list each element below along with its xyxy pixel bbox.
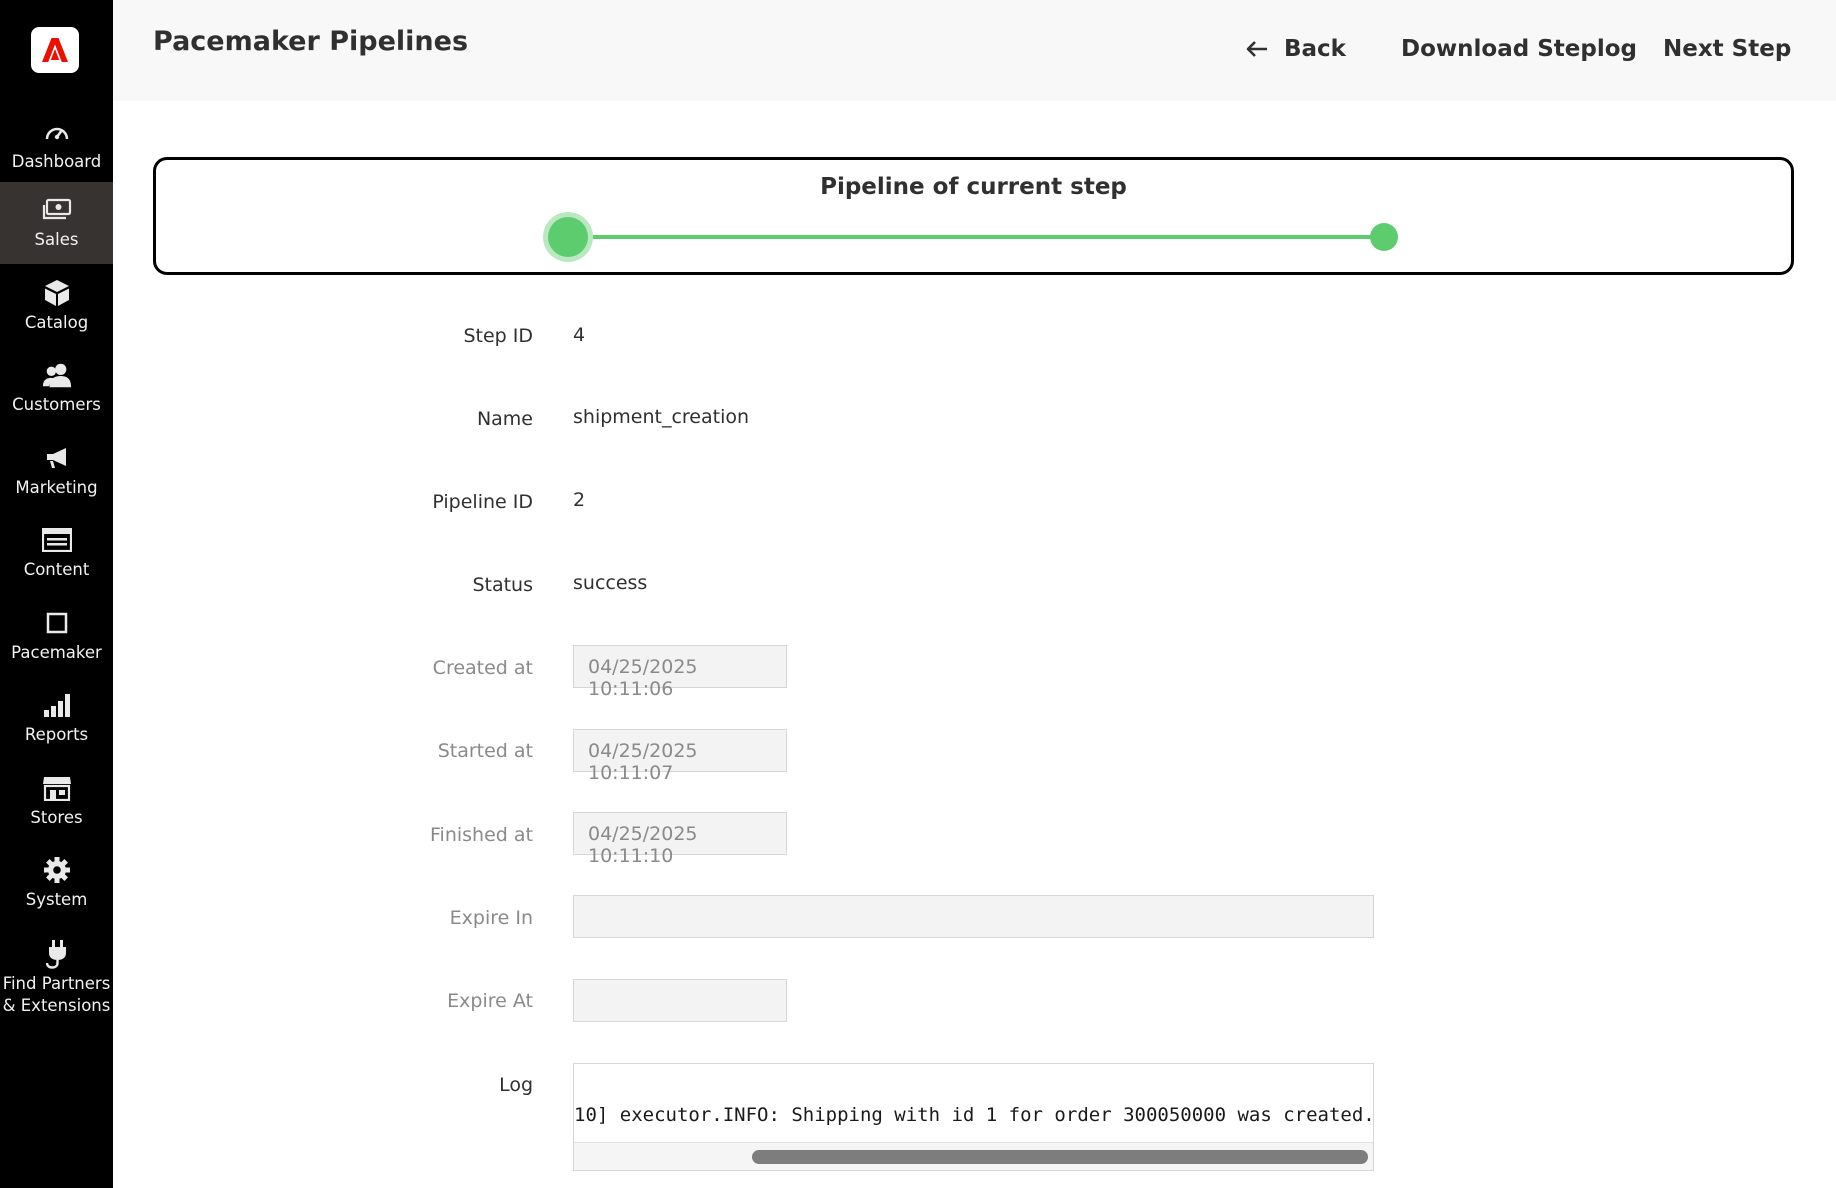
sidebar-item-stores[interactable]: Stores <box>0 760 113 842</box>
created-at-label: Created at <box>432 657 533 679</box>
pipeline-title: Pipeline of current step <box>820 174 1127 200</box>
sidebar-item-label: Reports <box>24 725 89 744</box>
finished-at-label: Finished at <box>430 824 533 846</box>
expire-in-field <box>573 895 1374 938</box>
sidebar-item-reports[interactable]: Reports <box>0 677 113 759</box>
dashboard-gauge-icon <box>42 117 72 147</box>
reports-bars-icon <box>42 690 72 720</box>
sidebar-item-label: Stores <box>30 808 83 827</box>
pipeline-id-value: 2 <box>573 489 586 511</box>
pipeline-progress-panel: Pipeline of current step <box>153 157 1794 275</box>
name-label: Name <box>476 408 533 430</box>
sidebar-item-label: Sales <box>34 230 79 249</box>
sidebar-item-pacemaker[interactable]: Pacemaker <box>0 595 113 677</box>
expire-at-label: Expire At <box>447 990 533 1012</box>
sidebar-item-label: Find Partners & Extensions <box>2 974 111 1015</box>
log-label: Log <box>499 1074 533 1096</box>
content-layout-icon <box>41 525 72 555</box>
started-at-label: Started at <box>437 740 533 762</box>
pipeline-step-current[interactable] <box>548 217 588 257</box>
step-id-value: 4 <box>573 324 586 346</box>
page-title: Pacemaker Pipelines <box>153 26 469 57</box>
sales-money-icon <box>42 195 72 225</box>
download-steplog-button[interactable]: Download Steplog <box>1401 36 1637 62</box>
admin-sidebar: Dashboard Sales Catalog Customers Market… <box>0 0 113 1188</box>
pacemaker-square-icon <box>42 608 72 638</box>
sidebar-item-label: Customers <box>12 395 101 414</box>
pipeline-id-label: Pipeline ID <box>432 491 533 513</box>
sidebar-item-label: Content <box>23 560 90 579</box>
sidebar-item-partners[interactable]: Find Partners & Extensions <box>0 925 113 1031</box>
back-button[interactable]: Back <box>1246 36 1346 62</box>
sidebar-item-customers[interactable]: Customers <box>0 347 113 429</box>
status-value: success <box>573 572 648 594</box>
arrow-left-icon <box>1246 40 1268 58</box>
system-gear-icon <box>42 855 72 885</box>
log-output-box[interactable]: 10] executor.INFO: Shipping with id 1 fo… <box>573 1063 1374 1171</box>
page-header: Pacemaker Pipelines Back Download Steplo… <box>113 0 1836 101</box>
adobe-logo-icon[interactable] <box>31 27 79 73</box>
status-label: Status <box>472 574 533 596</box>
started-at-field: 04/25/2025 10:11:07 <box>573 729 787 784</box>
marketing-megaphone-icon <box>42 443 72 473</box>
partners-plug-icon <box>42 939 72 969</box>
finished-at-field: 04/25/2025 10:11:10 <box>573 812 787 867</box>
created-at-field: 04/25/2025 10:11:06 <box>573 645 787 700</box>
stores-shop-icon <box>42 773 72 803</box>
sidebar-item-dashboard[interactable]: Dashboard <box>0 104 113 186</box>
sidebar-item-content[interactable]: Content <box>0 512 113 594</box>
sidebar-item-marketing[interactable]: Marketing <box>0 430 113 512</box>
name-value: shipment_creation <box>573 406 750 428</box>
pipeline-step[interactable] <box>1370 223 1398 251</box>
customers-people-icon <box>42 360 72 390</box>
step-id-label: Step ID <box>463 325 533 347</box>
log-scrollbar-thumb[interactable] <box>752 1150 1368 1164</box>
sidebar-item-label: Dashboard <box>11 152 102 171</box>
log-text: 10] executor.INFO: Shipping with id 1 fo… <box>574 1104 1374 1126</box>
log-horizontal-scrollbar[interactable] <box>574 1142 1373 1170</box>
sidebar-item-label: Marketing <box>15 478 98 497</box>
catalog-box-icon <box>42 278 72 308</box>
back-button-label: Back <box>1284 36 1346 62</box>
pipeline-connector-line <box>568 235 1383 239</box>
sidebar-item-catalog[interactable]: Catalog <box>0 265 113 347</box>
sidebar-item-system[interactable]: System <box>0 842 113 924</box>
expire-in-label: Expire In <box>449 907 533 929</box>
next-step-button[interactable]: Next Step <box>1663 36 1791 62</box>
sidebar-item-label: Catalog <box>24 313 89 332</box>
expire-at-field <box>573 979 787 1022</box>
sidebar-item-sales[interactable]: Sales <box>0 182 113 264</box>
sidebar-item-label: Pacemaker <box>11 643 102 662</box>
sidebar-item-label: System <box>25 890 88 909</box>
